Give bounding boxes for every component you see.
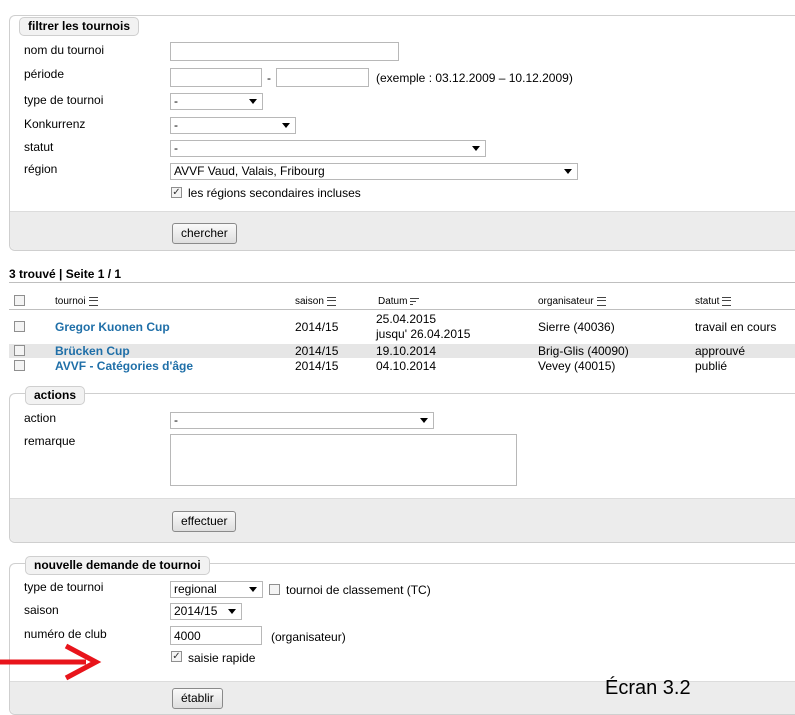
chevron-down-icon [249, 99, 257, 104]
chevron-down-icon [420, 418, 428, 423]
table-row[interactable]: Gregor Kuonen Cup 2014/15 25.04.2015 jus… [9, 311, 795, 343]
period-from-input[interactable] [170, 68, 262, 87]
date-cell: 25.04.2015 [376, 312, 437, 326]
status-cell: publié [695, 359, 728, 373]
organizer-cell: Sierre (40036) [538, 320, 615, 334]
create-button[interactable]: établir [172, 688, 223, 709]
request-type-select[interactable]: regional [170, 581, 263, 598]
status-select[interactable]: - [170, 140, 486, 157]
request-season-value: 2014/15 [174, 604, 218, 618]
column-header-status[interactable]: statut [695, 296, 732, 307]
tournament-link[interactable]: Gregor Kuonen Cup [55, 320, 170, 334]
chevron-down-icon [564, 169, 572, 174]
row-checkbox[interactable] [14, 321, 25, 332]
header-divider [9, 309, 795, 310]
tournament-type-select[interactable]: - [170, 93, 263, 110]
region-label: région [24, 162, 58, 176]
table-row[interactable]: Brücken Cup 2014/15 19.10.2014 Brig-Glis… [9, 344, 795, 358]
season-cell: 2014/15 [295, 344, 339, 358]
club-number-hint: (organisateur) [271, 630, 346, 644]
remark-label: remarque [24, 434, 76, 448]
region-value: AVVF Vaud, Valais, Fribourg [174, 164, 325, 178]
club-number-label: numéro de club [24, 627, 107, 641]
results-divider [9, 282, 795, 283]
date-cell: 19.10.2014 [376, 344, 437, 358]
period-label: période [24, 67, 65, 81]
tournament-link[interactable]: AVVF - Catégories d'âge [55, 359, 193, 373]
status-label: statut [24, 140, 54, 154]
request-type-value: regional [174, 582, 217, 596]
actions-footer [10, 498, 795, 542]
column-header-tournament[interactable]: tournoi [55, 296, 98, 307]
row-checkbox[interactable] [14, 360, 25, 371]
table-row[interactable]: AVVF - Catégories d'âge 2014/15 04.10.20… [9, 359, 795, 375]
period-to-input[interactable] [276, 68, 369, 87]
status-value: - [174, 141, 178, 155]
quick-entry-label: saisie rapide [188, 651, 256, 665]
organizer-cell: Brig-Glis (40090) [538, 344, 629, 358]
request-season-select[interactable]: 2014/15 [170, 603, 242, 620]
column-header-season[interactable]: saison [295, 296, 336, 307]
column-header-organizer[interactable]: organisateur [538, 296, 606, 307]
results-summary: 3 trouvé | Seite 1 / 1 [9, 267, 122, 281]
ranking-tournament-label: tournoi de classement (TC) [286, 583, 431, 597]
tournament-type-value: - [174, 94, 178, 108]
chevron-down-icon [249, 587, 257, 592]
sort-icon [88, 296, 98, 306]
chevron-down-icon [228, 609, 236, 614]
secondary-regions-label: les régions secondaires incluses [188, 186, 361, 200]
request-season-label: saison [24, 603, 59, 617]
organizer-cell: Vevey (40015) [538, 359, 616, 373]
period-separator: - [267, 71, 271, 85]
season-cell: 2014/15 [295, 359, 339, 373]
tournament-name-input[interactable] [170, 42, 399, 61]
search-button[interactable]: chercher [172, 223, 237, 244]
sort-descending-icon [410, 297, 420, 305]
action-value: - [174, 413, 178, 427]
konkurrenz-value: - [174, 118, 178, 132]
chevron-down-icon [472, 146, 480, 151]
tournament-name-label: nom du tournoi [24, 43, 105, 57]
remark-textarea[interactable] [170, 434, 517, 486]
tournament-link[interactable]: Brücken Cup [55, 344, 130, 358]
quick-entry-checkbox[interactable]: ✓ [171, 651, 182, 662]
date-cell: 04.10.2014 [376, 359, 437, 373]
red-arrow-icon [0, 643, 102, 681]
select-all-checkbox[interactable] [14, 295, 25, 306]
club-number-input[interactable] [170, 626, 262, 645]
region-select[interactable]: AVVF Vaud, Valais, Fribourg [170, 163, 578, 180]
screen-caption: Écran 3.2 [605, 677, 691, 699]
sort-icon [722, 296, 732, 306]
filter-panel [9, 15, 795, 251]
action-label: action [24, 411, 57, 425]
konkurrenz-label: Konkurrenz [24, 117, 86, 131]
row-checkbox[interactable] [14, 345, 25, 356]
tournament-type-label: type de tournoi [24, 93, 104, 107]
konkurrenz-select[interactable]: - [170, 117, 296, 134]
season-cell: 2014/15 [295, 320, 339, 334]
date-end-cell: jusqu' 26.04.2015 [376, 327, 471, 341]
secondary-regions-checkbox[interactable]: ✓ [171, 187, 182, 198]
actions-legend: actions [25, 386, 86, 405]
column-header-date[interactable]: Datum [378, 296, 420, 307]
sort-icon [596, 296, 606, 306]
filter-footer [10, 211, 795, 250]
filter-legend: filtrer les tournois [19, 17, 140, 36]
status-cell: approuvé [695, 344, 746, 358]
action-select[interactable]: - [170, 412, 434, 429]
new-request-legend: nouvelle demande de tournoi [25, 556, 210, 575]
sort-icon [326, 296, 336, 306]
effectuer-button[interactable]: effectuer [172, 511, 237, 532]
period-example: (exemple : 03.12.2009 – 10.12.2009) [376, 71, 573, 85]
ranking-tournament-checkbox[interactable] [269, 584, 280, 595]
status-cell: travail en cours [695, 320, 777, 334]
chevron-down-icon [282, 123, 290, 128]
request-type-label: type de tournoi [24, 580, 104, 594]
